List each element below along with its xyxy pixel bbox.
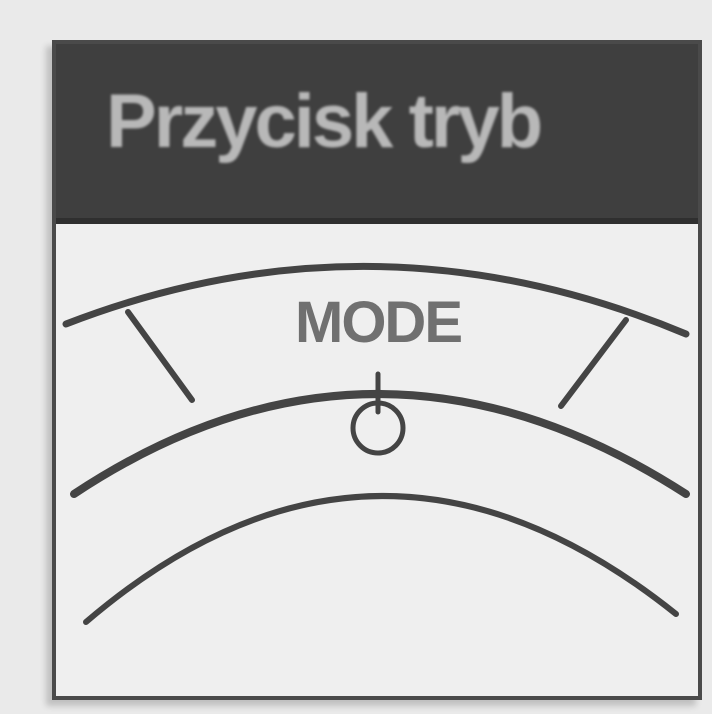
lower-arc <box>83 493 679 625</box>
left-bracket-line <box>125 309 195 403</box>
right-bracket-line <box>558 317 629 409</box>
mode-label: MODE <box>295 290 461 355</box>
page: Przycisk tryb MODE <box>0 0 712 714</box>
instruction-panel: Przycisk tryb MODE <box>52 40 702 700</box>
panel-header: Przycisk tryb <box>56 44 698 224</box>
mode-dial-illustration: MODE <box>62 262 690 625</box>
panel-title: Przycisk tryb <box>106 79 543 164</box>
mode-button-icon <box>350 371 406 456</box>
